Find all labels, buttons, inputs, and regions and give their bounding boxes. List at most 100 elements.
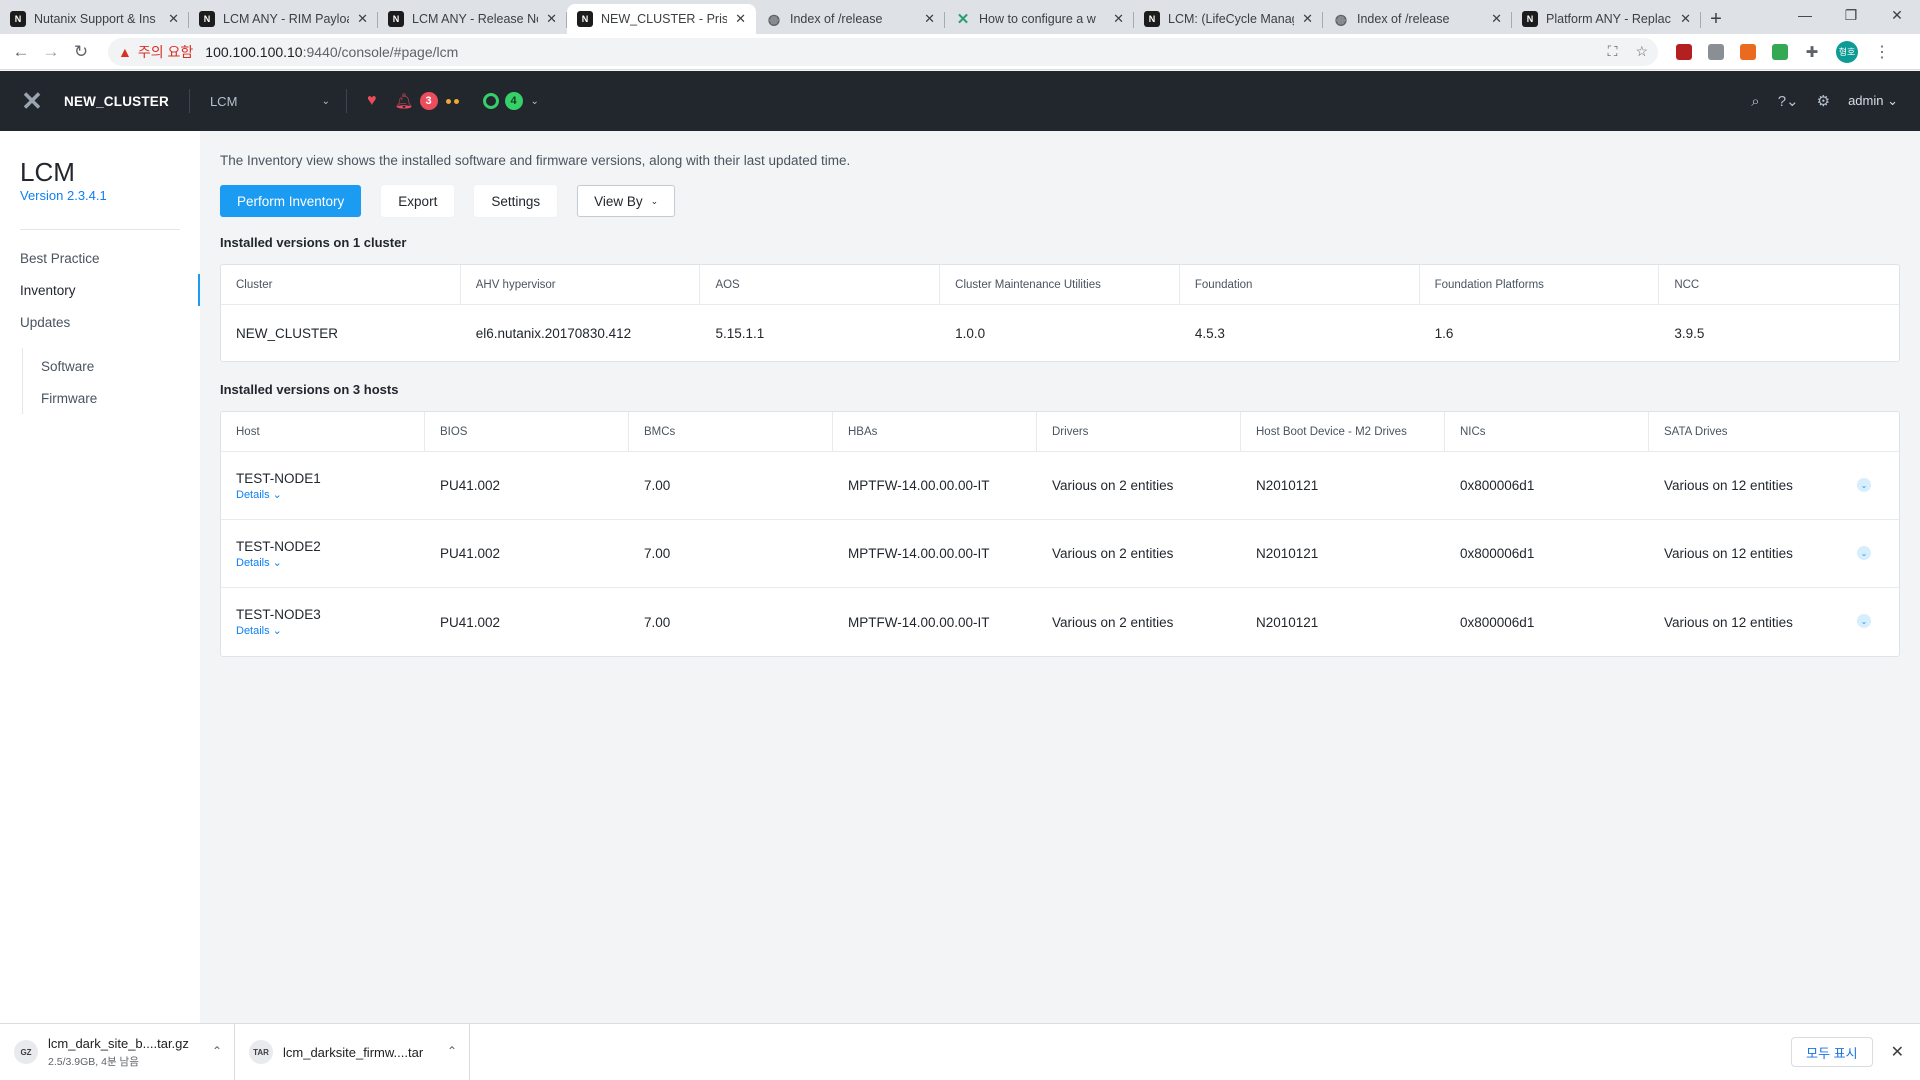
- browser-tab[interactable]: ✕ How to configure a w ✕: [945, 4, 1134, 34]
- address-bar[interactable]: ▲ 주의 요함 100.100.100.10:9440/console/#pag…: [108, 37, 1658, 66]
- browser-tab[interactable]: N LCM ANY - Release No ✕: [378, 4, 567, 34]
- minimize-icon[interactable]: —: [1782, 0, 1828, 30]
- divider: [188, 89, 190, 113]
- cluster-versions-table: Cluster AHV hypervisor AOS Cluster Maint…: [220, 264, 1900, 362]
- browser-tab[interactable]: ◍ Index of /release ✕: [756, 4, 945, 34]
- help-icon[interactable]: ?⌄: [1778, 92, 1799, 110]
- puzzle-icon[interactable]: ✚: [1804, 44, 1820, 61]
- tab-title: Nutanix Support & Ins: [34, 12, 156, 26]
- tab-close-icon[interactable]: ✕: [1302, 11, 1313, 27]
- tab-close-icon[interactable]: ✕: [1113, 11, 1124, 27]
- tab-close-icon[interactable]: ✕: [168, 11, 179, 27]
- settings-button[interactable]: Settings: [474, 185, 558, 217]
- gear-icon[interactable]: ⚙: [1817, 92, 1830, 110]
- app-title: LCM: [20, 157, 75, 187]
- download-item[interactable]: GZ lcm_dark_site_b....tar.gz 2.5/3.9GB, …: [0, 1023, 235, 1080]
- browser-tab-active[interactable]: N NEW_CLUSTER - Prism ✕: [567, 4, 756, 34]
- sidebar-item-software[interactable]: Software: [23, 350, 200, 382]
- forward-arrow-icon[interactable]: →: [36, 37, 66, 67]
- bookmark-star-icon[interactable]: ☆: [1635, 43, 1648, 60]
- export-button[interactable]: Export: [381, 185, 455, 217]
- tab-close-icon[interactable]: ✕: [1680, 11, 1691, 27]
- restore-icon[interactable]: ❐: [1828, 0, 1874, 30]
- back-arrow-icon[interactable]: ←: [6, 37, 36, 67]
- cmu-version-link[interactable]: 1.0.0: [940, 305, 1180, 361]
- host-cell: TEST-NODE1 Details ⌄: [221, 452, 425, 519]
- bell-alert-icon[interactable]: 🔔︎: [394, 92, 413, 110]
- ex-extension-icon[interactable]: [1740, 43, 1756, 60]
- chevron-up-icon[interactable]: ⌃: [447, 1044, 457, 1058]
- close-download-bar-icon[interactable]: ✕: [1891, 1042, 1904, 1062]
- tab-close-icon[interactable]: ✕: [546, 11, 557, 27]
- green-extension-icon[interactable]: [1772, 43, 1788, 60]
- main-content: The Inventory view shows the installed s…: [200, 131, 1920, 1023]
- user-menu[interactable]: admin ⌄: [1848, 93, 1898, 109]
- browser-toolbar: ← → ↻ ▲ 주의 요함 100.100.100.10:9440/consol…: [0, 34, 1920, 70]
- details-link[interactable]: Details ⌄: [236, 488, 282, 501]
- tab-close-icon[interactable]: ✕: [924, 11, 935, 27]
- warning-triangle-icon: ▲: [118, 43, 132, 60]
- task-ring-icon[interactable]: [482, 93, 499, 109]
- column-header: Cluster: [221, 265, 461, 304]
- browser-tab[interactable]: N Nutanix Support & Ins ✕: [0, 4, 189, 34]
- browser-tab[interactable]: N LCM: (LifeCycle Manag ✕: [1134, 4, 1323, 34]
- nutanix-x-favicon-icon: ✕: [956, 11, 970, 28]
- host-section-title: Installed versions on 3 hosts: [220, 382, 399, 397]
- new-tab-button[interactable]: +: [1701, 4, 1731, 34]
- tab-close-icon[interactable]: ✕: [1491, 11, 1502, 27]
- sidebar-item-firmware[interactable]: Firmware: [23, 382, 200, 414]
- pdf-extension-icon[interactable]: [1676, 43, 1692, 60]
- security-warning[interactable]: 주의 요함: [138, 42, 193, 62]
- kebab-menu-icon[interactable]: ⋮: [1874, 42, 1890, 62]
- view-by-dropdown[interactable]: View By ⌄: [577, 185, 676, 217]
- reload-icon[interactable]: ↻: [66, 37, 96, 67]
- show-all-downloads-button[interactable]: 모두 표시: [1791, 1037, 1873, 1067]
- search-icon[interactable]: ⌕: [1751, 93, 1759, 110]
- sidebar-item-best-practice[interactable]: Best Practice: [0, 242, 200, 274]
- details-link[interactable]: Details ⌄: [236, 624, 282, 637]
- prism-header: ✕ NEW_CLUSTER LCM ⌄ ♥ 🔔︎ 3 4 ⌄ ⌕ ?⌄ ⚙ ad…: [0, 71, 1920, 131]
- event-dots-icon[interactable]: [445, 98, 459, 104]
- alert-count-badge[interactable]: 3: [419, 92, 438, 110]
- tab-close-icon[interactable]: ✕: [735, 11, 746, 27]
- nic-version: 0x800006d1: [1460, 546, 1535, 561]
- drivers-version: Various on 2 entities: [1052, 614, 1174, 630]
- browser-tab[interactable]: N LCM ANY - RIM Payloa ✕: [189, 4, 378, 34]
- column-header: Cluster Maintenance Utilities: [940, 265, 1180, 304]
- profile-avatar[interactable]: 형호: [1836, 40, 1858, 63]
- cluster-name[interactable]: NEW_CLUSTER: [64, 94, 169, 109]
- url-text[interactable]: 100.100.100.10:9440/console/#page/lcm: [205, 44, 458, 60]
- expand-row-icon[interactable]: ⌄: [1857, 478, 1871, 492]
- perform-inventory-button[interactable]: Perform Inventory: [220, 185, 362, 217]
- browser-tab[interactable]: ◍ Index of /release ✕: [1323, 4, 1512, 34]
- heart-health-icon[interactable]: ♥: [367, 92, 377, 110]
- tab-close-icon[interactable]: ✕: [357, 11, 368, 27]
- boot-device-version: N2010121: [1256, 614, 1319, 630]
- expand-row-icon[interactable]: ⌄: [1857, 546, 1871, 560]
- sata-version: Various on 12 entities: [1664, 614, 1793, 630]
- translate-icon[interactable]: ⛶: [1608, 43, 1618, 60]
- foundation-platforms-version-link[interactable]: 1.6: [1420, 305, 1660, 361]
- download-text: lcm_dark_site_b....tar.gz 2.5/3.9GB, 4분 …: [48, 1036, 189, 1069]
- expand-row-icon[interactable]: ⌄: [1857, 614, 1871, 628]
- details-link[interactable]: Details ⌄: [236, 556, 282, 569]
- chevron-up-icon[interactable]: ⌃: [212, 1044, 222, 1058]
- details-label: Details: [236, 556, 270, 569]
- page-selector[interactable]: LCM ⌄: [210, 94, 330, 109]
- nic-version: 0x800006d1: [1460, 614, 1535, 630]
- column-header: Drivers: [1037, 412, 1241, 451]
- chevron-down-icon[interactable]: ⌄: [531, 96, 539, 107]
- page-selector-label: LCM: [209, 93, 238, 109]
- ahv-version-link[interactable]: el6.nutanix.20170830.412: [461, 305, 701, 361]
- browser-tab[interactable]: N Platform ANY - Replac ✕: [1512, 4, 1701, 34]
- host-cell: TEST-NODE2 Details ⌄: [221, 520, 425, 587]
- foundation-version-link[interactable]: 4.5.3: [1180, 305, 1420, 361]
- close-window-icon[interactable]: ✕: [1874, 0, 1920, 30]
- sidebar-item-inventory[interactable]: Inventory: [0, 274, 200, 306]
- column-header: SATA Drives: [1664, 425, 1728, 438]
- reader-extension-icon[interactable]: [1708, 43, 1724, 60]
- sidebar-item-updates[interactable]: Updates: [0, 306, 200, 338]
- download-item[interactable]: TAR lcm_darksite_firmw....tar ⌃: [235, 1023, 470, 1080]
- nutanix-logo-icon[interactable]: ✕: [20, 86, 44, 116]
- task-count-badge[interactable]: 4: [504, 92, 523, 110]
